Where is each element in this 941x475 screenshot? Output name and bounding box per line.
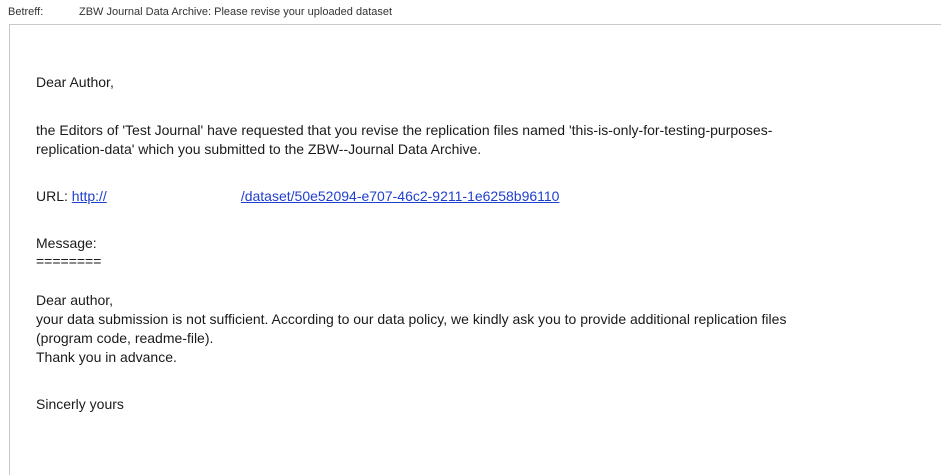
subject-label: Betreff: — [8, 6, 44, 18]
url-label: URL: — [36, 188, 72, 204]
body-line-3: Thank you in advance. — [36, 349, 177, 365]
greeting-text: Dear Author, — [36, 74, 114, 90]
intro-line-2: replication-data' which you submitted to… — [36, 141, 482, 157]
closing-text: Sincerly yours — [36, 396, 124, 412]
subject-bar: Betreff: ZBW Journal Data Archive: Pleas… — [0, 0, 941, 24]
intro-line-1: the Editors of 'Test Journal' have reque… — [36, 122, 773, 138]
url-link-start[interactable]: http:// — [72, 188, 107, 204]
body-line-2: (program code, readme-file). — [36, 330, 214, 346]
inner-greeting: Dear author, — [36, 292, 114, 308]
message-label: Message: — [36, 235, 97, 251]
subject-value: ZBW Journal Data Archive: Please revise … — [79, 6, 393, 18]
url-line: URL: http:// /dataset/50e52094-e707-46c2-… — [36, 187, 559, 206]
email-window: Betreff: ZBW Journal Data Archive: Pleas… — [0, 0, 941, 475]
url-link-end[interactable]: /dataset/50e52094-e707-46c2-9211-1e6258b… — [241, 188, 560, 204]
message-body[interactable]: Dear Author, the Editors of 'Test Journa… — [9, 24, 941, 475]
separator-line: ======== — [36, 253, 102, 269]
body-line-1: your data submission is not sufficient. … — [36, 311, 787, 327]
